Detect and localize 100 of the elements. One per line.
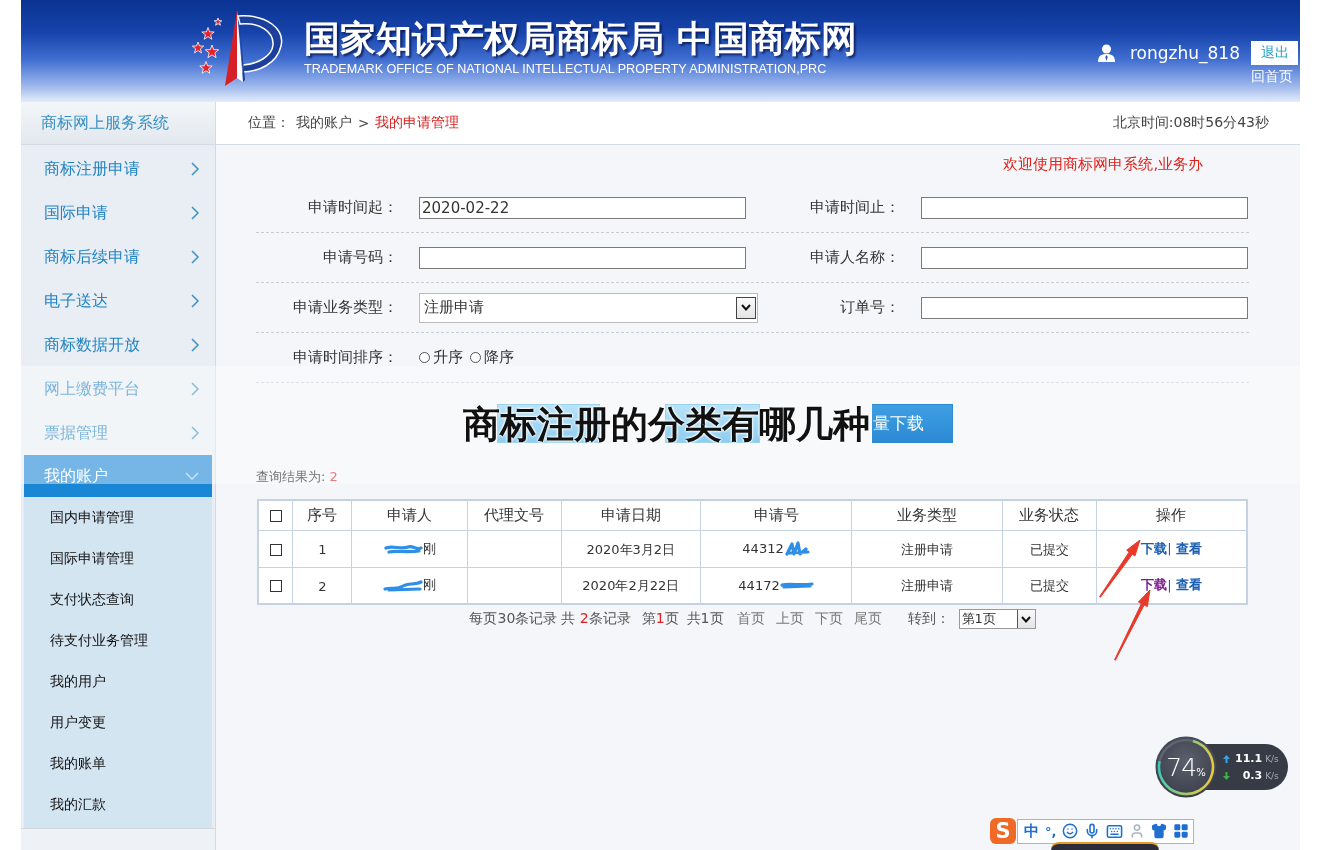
table-cell: 注册申请 [901, 541, 954, 557]
table-cell: 已提交 [1029, 541, 1069, 557]
gauge-percent: 74 [1166, 752, 1197, 782]
page-select[interactable]: 第1页 [958, 609, 1036, 629]
table-cell: 2020年2月22日 [582, 578, 680, 594]
pager-text: 共1页 [686, 610, 724, 628]
pointer-arrow [1098, 538, 1142, 599]
application-number: 44312 [742, 541, 784, 556]
field-label: 申请业务类型： [293, 298, 398, 317]
table-cell: 2 [318, 578, 327, 594]
field-label: 申请时间起： [308, 198, 398, 217]
ime-mode-toggle[interactable]: 中 [1024, 821, 1039, 841]
pager-text: 转到： [907, 610, 950, 628]
field-label: 申请号码： [323, 248, 398, 267]
grid-icon[interactable] [1173, 823, 1190, 839]
submenu-item[interactable]: 待支付业务管理 [24, 620, 212, 661]
usage-gauge-ring [1155, 736, 1217, 798]
field-label: 申请时间排序： [293, 348, 398, 367]
input-field[interactable] [921, 296, 1248, 319]
row-checkbox[interactable] [269, 543, 282, 556]
submenu-item[interactable]: 我的汇款 [24, 784, 212, 825]
submenu-item[interactable]: 我的用户 [24, 661, 212, 702]
application-number: 44172 [738, 577, 780, 593]
input-field[interactable]: 2020-02-22 [419, 196, 746, 219]
sidebar-item[interactable]: 商标后续申请 [21, 235, 215, 279]
keyboard-icon[interactable] [1106, 822, 1124, 840]
ime-logo[interactable]: S [990, 818, 1016, 844]
smiley-icon[interactable] [1062, 823, 1079, 839]
input-field[interactable] [921, 196, 1248, 219]
view-link[interactable]: 查看 [1175, 576, 1202, 595]
column-header: 申请号 [753, 506, 799, 525]
table-cell: 1 [318, 542, 327, 557]
chevron-right-icon [191, 338, 199, 352]
pager-link[interactable]: 首页 [736, 610, 765, 628]
pager-text: 每页30条记录 [469, 610, 558, 628]
download-button[interactable]: 量下载 [872, 404, 953, 443]
breadcrumb-link[interactable]: 我的申请管理 [375, 114, 460, 132]
sidebar-item[interactable]: 商标数据开放 [21, 323, 215, 367]
download-speed: 0.3 [1241, 769, 1263, 782]
clock-text: 北京时间:08时56分43秒 [1112, 114, 1269, 132]
logout-button[interactable]: 退出 [1251, 41, 1298, 65]
submenu-item[interactable]: 用户变更 [24, 702, 212, 743]
pager-text: 共 2条记录 [561, 610, 631, 628]
link-separator: | [1167, 577, 1172, 593]
chevron-right-icon [191, 382, 199, 396]
input-field[interactable] [921, 246, 1248, 269]
pager-link[interactable]: 上页 [775, 610, 804, 628]
select-all-checkbox[interactable] [269, 510, 282, 523]
upload-arrow-icon [1223, 754, 1230, 763]
banner-title: 商标注册的分类有哪几种 [463, 402, 870, 448]
link-separator: | [1167, 541, 1172, 556]
view-link[interactable]: 查看 [1175, 539, 1202, 558]
upload-speed: 11.1 [1235, 752, 1263, 765]
result-count: 查询结果为: 2 [256, 468, 338, 486]
applicant-name: 刚 [423, 539, 437, 558]
dropdown-select[interactable]: 注册申请 [419, 292, 758, 323]
field-label: 申请时间止： [810, 198, 900, 217]
sidebar-item[interactable]: 电子送达 [21, 279, 215, 323]
speed-unit: K/s [1265, 754, 1279, 764]
column-header: 申请日期 [600, 506, 661, 525]
home-link[interactable]: 回首页 [1251, 68, 1293, 86]
chevron-right-icon [191, 426, 199, 440]
ime-punctuation-toggle[interactable]: °, [1045, 823, 1057, 839]
pager-link[interactable]: 下页 [814, 610, 843, 628]
submenu-item[interactable]: 国内申请管理 [24, 497, 212, 538]
column-header: 操作 [1156, 506, 1187, 525]
column-header: 申请人 [387, 506, 433, 525]
column-header: 序号 [307, 506, 338, 525]
chevron-right-icon [191, 294, 199, 308]
applicant-name: 刚 [423, 576, 437, 595]
sidebar-item[interactable]: 商标注册申请 [21, 147, 215, 191]
system-name: 商标网上服务系统 [21, 102, 216, 144]
table-cell: 2020年3月2日 [586, 541, 676, 557]
column-header: 代理文号 [484, 506, 545, 525]
column-header: 业务类型 [897, 506, 958, 525]
user-icon [1097, 44, 1116, 62]
radio-option[interactable]: 降序 [470, 348, 514, 367]
breadcrumb-label: 位置： [248, 114, 290, 132]
input-field[interactable] [419, 246, 746, 269]
field-label: 订单号： [840, 298, 900, 317]
sidebar-item[interactable]: 国际申请 [21, 191, 215, 235]
submenu-item[interactable]: 国际申请管理 [24, 538, 212, 579]
chevron-right-icon [191, 162, 199, 176]
radio-option[interactable]: 升序 [419, 348, 463, 367]
chevron-right-icon [191, 206, 199, 220]
download-arrow-icon [1223, 771, 1230, 780]
breadcrumb-separator: > [358, 115, 370, 131]
username: rongzhu_818 [1130, 42, 1240, 64]
submenu-item[interactable]: 我的账单 [24, 743, 212, 784]
table-cell: 已提交 [1029, 578, 1069, 594]
site-subtitle: TRADEMARK OFFICE OF NATIONAL INTELLECTUAL PROPERTY ADMINISTRATION,PRC [304, 62, 828, 76]
chevron-down-icon [185, 472, 199, 480]
submenu-item[interactable]: 支付状态查询 [24, 579, 212, 620]
pager-link[interactable]: 尾页 [853, 610, 882, 628]
field-label: 申请人名称： [810, 248, 900, 267]
table-cell: 注册申请 [901, 578, 954, 594]
gauge-unit: % [1196, 766, 1206, 778]
shirt-icon[interactable] [1151, 823, 1168, 839]
breadcrumb-link[interactable]: 我的账户 [296, 114, 352, 132]
row-checkbox[interactable] [269, 580, 282, 593]
